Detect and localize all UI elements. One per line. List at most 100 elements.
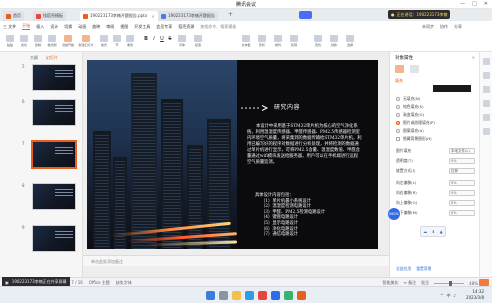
settings-icon[interactable] bbox=[483, 114, 490, 121]
arrange-button[interactable]: 排列 bbox=[272, 35, 284, 47]
minimize-button[interactable]: — bbox=[460, 1, 465, 7]
start-icon[interactable] bbox=[206, 291, 215, 300]
slide-thumbnail[interactable] bbox=[32, 183, 76, 210]
find-button[interactable]: 查找 bbox=[312, 35, 324, 47]
tab-presentation[interactable]: 190223173李楠开题报告.pptx ✕ bbox=[80, 11, 158, 21]
volume-icon[interactable]: ♪ bbox=[453, 293, 456, 299]
tab-document[interactable]: 190223173李楠开题报告 bbox=[158, 11, 218, 21]
input-method-icon[interactable]: 中 bbox=[446, 293, 450, 299]
close-button[interactable]: ✕ bbox=[484, 1, 488, 7]
fill-color-swatch[interactable] bbox=[433, 85, 471, 92]
tile-mode-select[interactable]: 拉伸 bbox=[449, 168, 475, 174]
fill-option[interactable]: 无填充(N) bbox=[396, 96, 475, 102]
menu-review[interactable]: 审阅 bbox=[106, 24, 114, 30]
meeting-floating-toolbar[interactable] bbox=[299, 11, 312, 19]
new-tab-icon[interactable]: + bbox=[228, 11, 233, 18]
notes-input[interactable]: 单击此处添加备注 bbox=[83, 255, 389, 266]
slide-content-list[interactable]: 具体设计内容包括： （1）单片机最小系统设计 （2）温湿度检测电路设计 （3）甲… bbox=[255, 193, 365, 238]
menu-transitions[interactable]: 切换 bbox=[64, 24, 72, 30]
slide-thumbnail[interactable] bbox=[32, 225, 76, 252]
download-icon[interactable]: ⬇ bbox=[432, 229, 435, 234]
reset-background-button[interactable]: 重置背景 bbox=[416, 266, 431, 272]
maximize-button[interactable]: □ bbox=[472, 1, 477, 7]
chat-icon[interactable] bbox=[284, 291, 293, 300]
menu-design[interactable]: 设计 bbox=[50, 24, 58, 30]
copy-button[interactable]: 复制 bbox=[32, 35, 44, 47]
hide-background-checkbox[interactable]: 隐藏背景图形(H) bbox=[396, 136, 475, 142]
effect-tab-icon[interactable] bbox=[410, 65, 419, 73]
paste-button[interactable]: 粘贴 bbox=[4, 35, 16, 47]
font-button[interactable]: 字体 bbox=[176, 35, 188, 47]
tab-home[interactable]: 首页 bbox=[3, 11, 24, 21]
slide-title[interactable]: 研究内容 bbox=[274, 102, 300, 111]
up-arrow-icon[interactable]: ▲ bbox=[440, 229, 443, 234]
menu-member[interactable]: 会员专享 bbox=[156, 24, 172, 30]
fill-option[interactable]: 图案填充(A) bbox=[396, 128, 475, 134]
replace-button[interactable]: 替换 bbox=[328, 35, 340, 47]
shapes-button[interactable]: 形状 bbox=[256, 35, 268, 47]
fill-option[interactable]: 纯色填充(S) bbox=[396, 104, 475, 110]
menu-view[interactable]: 视图 bbox=[120, 24, 128, 30]
tab-outline[interactable]: 大纲 bbox=[30, 55, 38, 61]
offset-down-input[interactable]: 0% bbox=[449, 210, 475, 216]
collaborate-button[interactable]: 协作 bbox=[440, 24, 448, 30]
slide-thumbnail[interactable] bbox=[32, 64, 76, 91]
new-slide-button[interactable]: 新建幻灯片 bbox=[79, 35, 94, 47]
share-button[interactable]: 分享 bbox=[454, 24, 462, 30]
slide-canvas[interactable]: 研究内容 本设计中采用基于STM32单片机为核心的空气净化系统，利用温湿度传感器… bbox=[87, 60, 378, 249]
slide-body-text[interactable]: 本设计中采用基于STM32单片机为核心的空气净化系统，利用温湿度传感器、甲醛传感… bbox=[247, 124, 362, 166]
menu-docer[interactable]: 稻壳资源 bbox=[178, 24, 194, 30]
apply-all-button[interactable]: 全部应用 bbox=[396, 266, 411, 272]
image-fill-select[interactable]: 本地文件(L) bbox=[449, 148, 475, 154]
fill-tab-icon[interactable] bbox=[395, 65, 404, 73]
play-slideshow-button[interactable] bbox=[479, 279, 489, 286]
play-from-current-button[interactable]: 当前开始 bbox=[62, 35, 74, 47]
outline-button[interactable]: 轮廓 bbox=[288, 35, 300, 47]
properties-icon[interactable] bbox=[483, 58, 490, 65]
format-painter-button[interactable]: 格式刷 bbox=[46, 35, 58, 47]
offset-right-input[interactable]: 0% bbox=[449, 190, 475, 196]
paragraph-button[interactable]: 段落 bbox=[192, 35, 204, 47]
layers-icon[interactable] bbox=[483, 100, 490, 107]
select-button[interactable]: 选择 bbox=[344, 35, 356, 47]
search-icon[interactable] bbox=[219, 291, 228, 300]
reset-button[interactable]: 重置 bbox=[124, 35, 136, 47]
zoom-level[interactable]: 48% bbox=[469, 281, 478, 286]
menu-home[interactable]: 开始 bbox=[22, 23, 31, 30]
folder-icon[interactable] bbox=[232, 291, 241, 300]
style-icon[interactable] bbox=[483, 72, 490, 79]
animation-icon[interactable] bbox=[483, 86, 490, 93]
fill-option-selected[interactable]: 图片或纹理填充(P) bbox=[396, 120, 475, 126]
meeting-icon[interactable] bbox=[271, 291, 280, 300]
fill-option[interactable]: 渐变填充(G) bbox=[396, 112, 475, 118]
sync-status[interactable]: 未同步 bbox=[422, 24, 434, 30]
section-button[interactable]: 节 bbox=[111, 35, 123, 47]
close-icon[interactable]: ✕ bbox=[472, 55, 475, 60]
transparency-input[interactable]: 0% bbox=[449, 158, 475, 164]
zoom-slider-handle[interactable] bbox=[449, 280, 453, 286]
slide-thumbnail[interactable] bbox=[32, 99, 76, 126]
zoom-slider[interactable] bbox=[434, 280, 465, 286]
edge-icon[interactable] bbox=[245, 291, 254, 300]
menu-animations[interactable]: 动画 bbox=[78, 24, 86, 30]
menu-file[interactable]: 三 文件 bbox=[3, 24, 16, 30]
slide-thumbnail-active[interactable] bbox=[31, 140, 77, 169]
tab-slides[interactable]: 幻灯片 bbox=[46, 55, 58, 61]
menu-slideshow[interactable]: 放映 bbox=[92, 24, 100, 30]
offset-left-input[interactable]: 0% bbox=[449, 180, 475, 186]
fill-section-header[interactable]: 填充 bbox=[395, 78, 403, 84]
close-tab-icon[interactable]: ✕ bbox=[151, 14, 154, 19]
floating-assistant-orb[interactable]: 062% bbox=[388, 208, 400, 220]
help-icon[interactable] bbox=[483, 128, 490, 135]
command-search[interactable]: 查找命令、搜索模板 bbox=[200, 24, 236, 30]
ppt-icon[interactable] bbox=[297, 291, 306, 300]
strikethrough-button[interactable]: S bbox=[164, 35, 176, 42]
menu-insert[interactable]: 插入 bbox=[36, 24, 44, 30]
tab-docer-templates[interactable]: 找稻壳模板 bbox=[33, 11, 66, 21]
textbox-button[interactable]: 文本框 bbox=[240, 35, 252, 47]
wps-icon[interactable] bbox=[258, 291, 267, 300]
menu-developer[interactable]: 开发工具 bbox=[134, 24, 150, 30]
floating-tool-card[interactable]: ☁ ⬇ ▲ bbox=[420, 226, 446, 237]
offset-up-input[interactable]: 0% bbox=[449, 200, 475, 206]
layout-button[interactable]: 版式 bbox=[98, 35, 110, 47]
